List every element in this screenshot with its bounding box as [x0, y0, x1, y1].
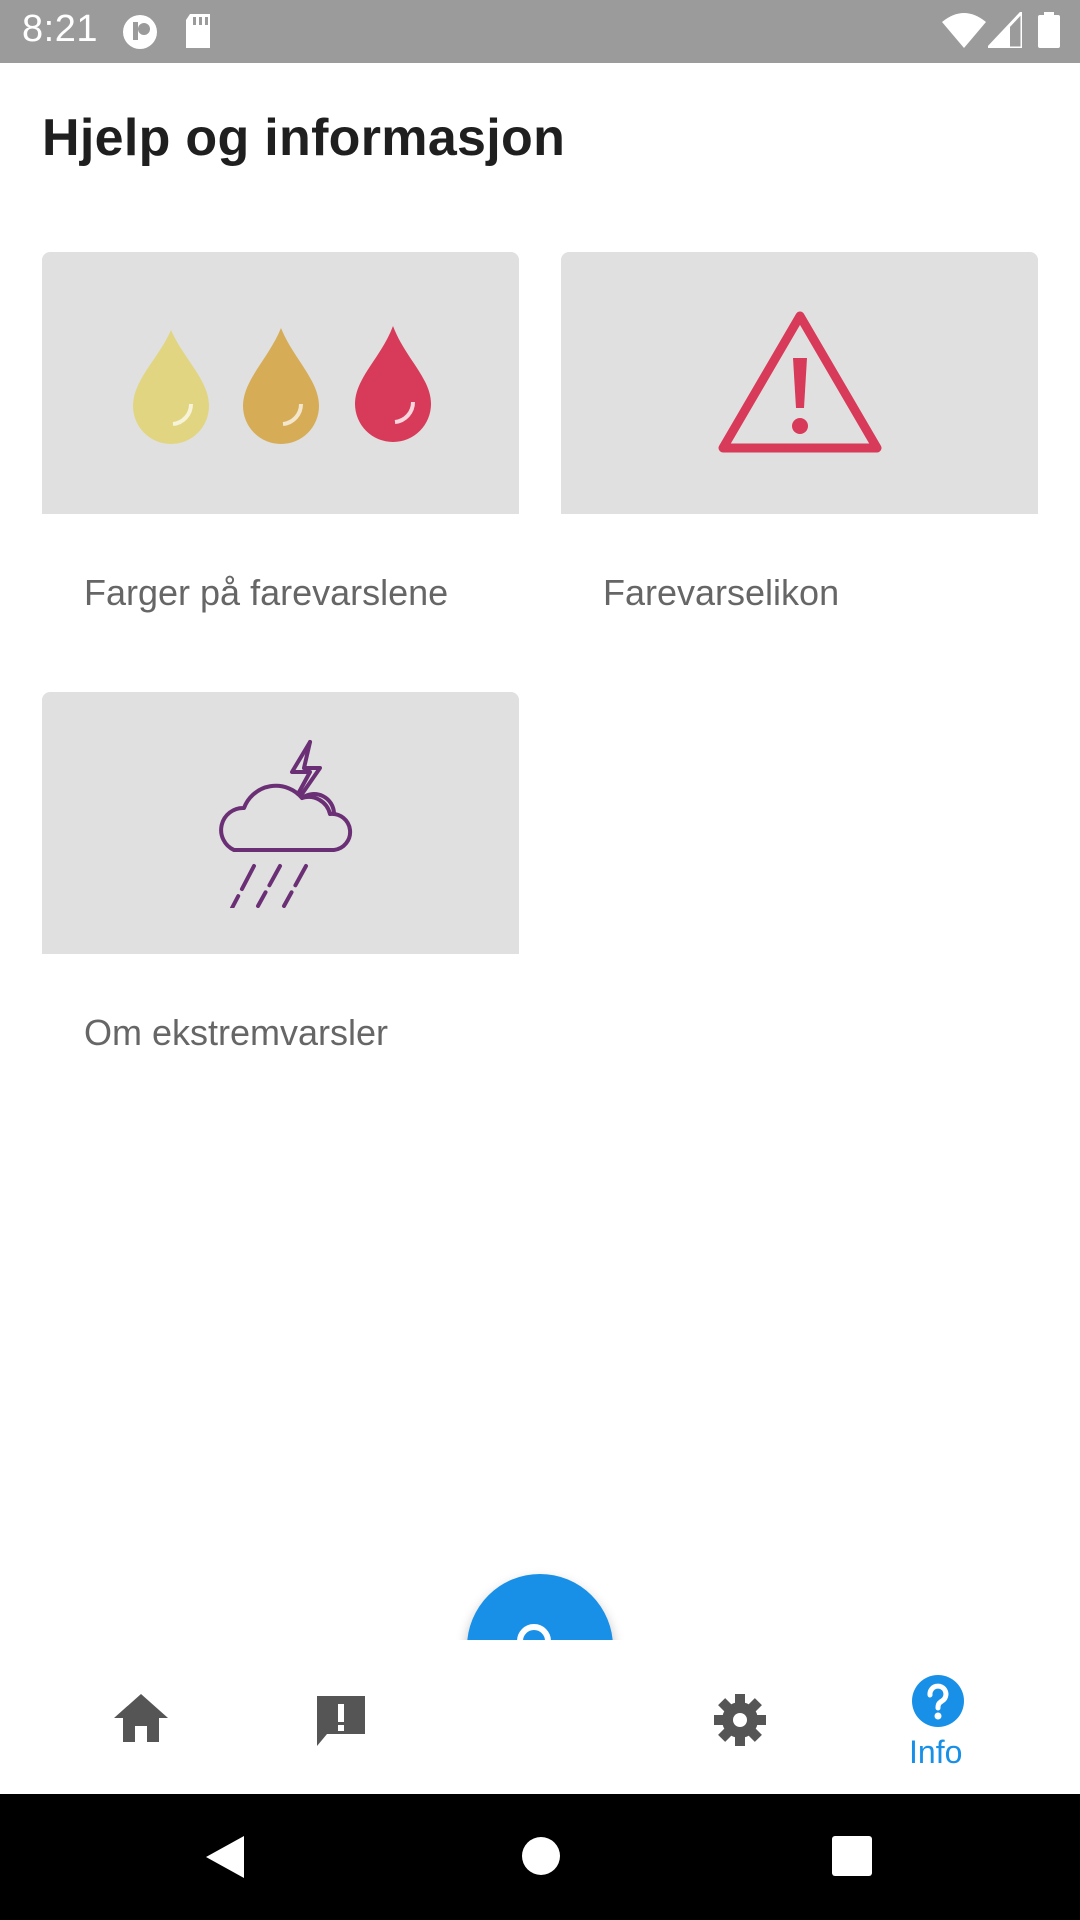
card-label: Om ekstremvarsler [84, 1012, 389, 1053]
card-image [561, 252, 1038, 514]
system-navigation-bar [0, 1794, 1080, 1920]
recents-button[interactable] [832, 1836, 872, 1881]
card-colors[interactable]: Farger på farevarslene [42, 252, 519, 613]
thunderstorm-rain-icon [218, 740, 352, 908]
wifi-icon [942, 12, 986, 53]
notification-app-icon [120, 12, 160, 57]
card-warning-icons[interactable]: Farevarselikon [561, 252, 1038, 613]
cellular-signal-icon [984, 8, 1024, 53]
card-label: Farger på farevarslene [84, 572, 449, 613]
back-icon [206, 1836, 244, 1878]
back-button[interactable] [204, 1834, 246, 1885]
home-circle-icon [522, 1837, 560, 1875]
nav-info-label: Info [909, 1734, 963, 1770]
bottom-navigation: Info [0, 1640, 1080, 1794]
status-bar: 8:21 [0, 0, 1080, 63]
home-button[interactable] [521, 1836, 561, 1881]
page-title: Hjelp og informasjon [42, 109, 566, 167]
card-image [42, 252, 519, 514]
nav-info[interactable]: Info [900, 1670, 976, 1780]
nav-home[interactable] [112, 1692, 170, 1749]
home-icon [114, 1694, 168, 1742]
warning-triangle-icon [718, 311, 881, 453]
sd-card-icon [182, 12, 214, 55]
card-image [42, 692, 519, 954]
alert-message-icon [317, 1696, 365, 1746]
nav-warnings[interactable] [313, 1692, 369, 1753]
three-color-drops-icon [132, 326, 431, 444]
gear-icon [714, 1694, 766, 1746]
battery-icon [1038, 12, 1060, 53]
card-label: Farevarselikon [603, 572, 840, 613]
nav-settings[interactable] [712, 1692, 768, 1753]
card-extreme-warnings[interactable]: Om ekstremvarsler [42, 692, 519, 1053]
status-time: 8:21 [22, 8, 98, 50]
recents-icon [832, 1836, 872, 1876]
help-icon [912, 1675, 964, 1727]
